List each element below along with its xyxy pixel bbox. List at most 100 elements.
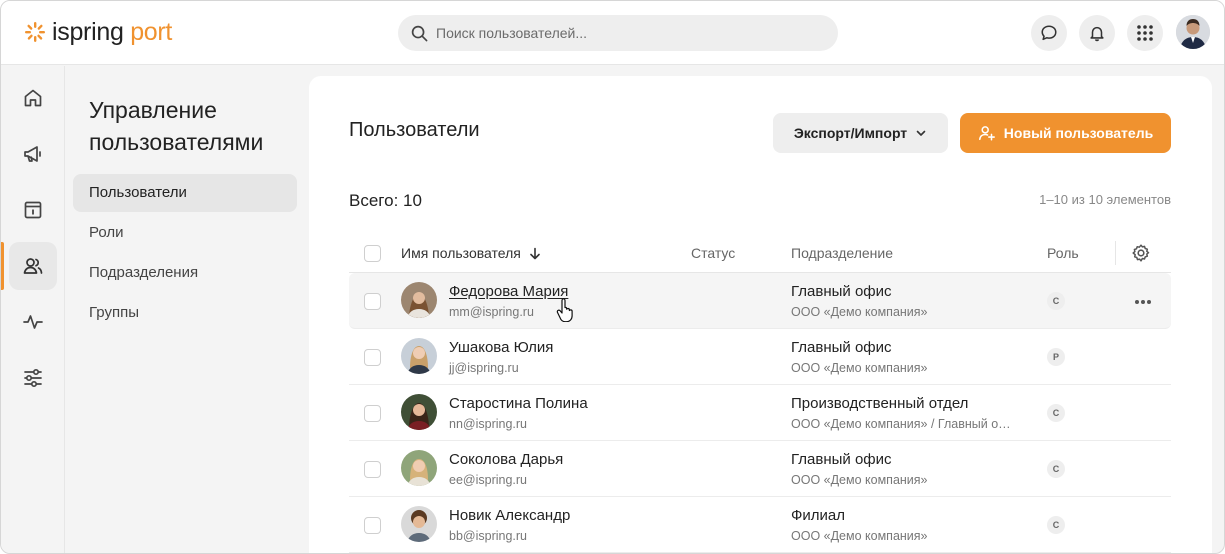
sort-arrow-down-icon [530, 247, 540, 259]
user-organization: ООО «Демо компания» [791, 473, 928, 487]
notifications-button[interactable] [1079, 15, 1115, 51]
calendar-info-icon [24, 201, 42, 219]
user-avatar-image [1176, 15, 1210, 49]
apps-button[interactable] [1127, 15, 1163, 51]
row-checkbox[interactable] [364, 461, 381, 478]
user-name-link[interactable]: Федорова Мария [449, 283, 568, 300]
rail-settings[interactable] [9, 354, 57, 402]
role-badge: С [1047, 292, 1065, 310]
user-email: mm@ispring.ru [449, 305, 534, 319]
role-badge: Р [1047, 348, 1065, 366]
user-name-link[interactable]: Новик Александр [449, 507, 570, 524]
sidebar-item-departments[interactable]: Подразделения [73, 254, 297, 292]
search-icon [411, 25, 428, 41]
user-department: Филиал [791, 507, 846, 524]
column-name[interactable]: Имя пользователя [401, 245, 541, 261]
table-row[interactable]: Новик Александр bb@ispring.ru Филиал ООО… [349, 497, 1171, 553]
logo-sun-icon [25, 22, 45, 42]
table-header: Имя пользователя Статус Подразделение Ро… [349, 233, 1171, 273]
column-department[interactable]: Подразделение [791, 245, 893, 261]
logo-name: ispring [52, 18, 124, 46]
icon-rail [1, 66, 65, 553]
home-icon [24, 89, 42, 107]
user-email: bb@ispring.ru [449, 529, 528, 543]
user-department: Главный офис [791, 283, 892, 300]
sidebar-item-users[interactable]: Пользователи [73, 174, 297, 212]
user-avatar[interactable] [1176, 15, 1210, 49]
page-title: Пользователи [349, 119, 480, 141]
more-actions-icon[interactable] [1134, 289, 1152, 310]
search-bar[interactable] [398, 15, 838, 51]
chat-button[interactable] [1031, 15, 1067, 51]
hand-cursor-icon [556, 298, 573, 322]
activity-icon [23, 315, 43, 329]
avatar [401, 450, 437, 486]
role-badge: С [1047, 404, 1065, 422]
apps-grid-icon [1137, 25, 1153, 41]
logo[interactable]: ispring port [24, 18, 172, 46]
column-divider [1115, 241, 1116, 265]
column-role[interactable]: Роль [1047, 245, 1079, 261]
sliders-icon [24, 368, 42, 388]
user-email: nn@ispring.ru [449, 417, 528, 431]
users-icon [23, 258, 43, 274]
user-organization: ООО «Демо компания» [791, 529, 928, 543]
rail-events[interactable] [9, 186, 57, 234]
section-title: Управление пользователями [89, 97, 264, 155]
bell-icon [1090, 26, 1104, 42]
pagination-range: 1–10 из 10 элементов [1039, 192, 1171, 207]
app-window: ispring port Поиск пользователей... Упра… [0, 0, 1225, 554]
avatar [401, 394, 437, 430]
user-organization: ООО «Демо компания» [791, 305, 928, 319]
user-name-link[interactable]: Старостина Полина [449, 395, 588, 412]
row-checkbox[interactable] [364, 517, 381, 534]
row-checkbox[interactable] [364, 293, 381, 310]
select-all-checkbox[interactable] [364, 245, 381, 262]
table-row[interactable]: Старостина Полина nn@ispring.ru Производ… [349, 385, 1171, 441]
user-organization: ООО «Демо компания» / Главный о… [791, 417, 1011, 431]
avatar [401, 506, 437, 542]
avatar [401, 338, 437, 374]
user-email: jj@ispring.ru [449, 361, 519, 375]
chat-icon [1041, 25, 1057, 41]
user-email: ee@ispring.ru [449, 473, 528, 487]
rail-active-marker [1, 242, 4, 290]
export-import-button[interactable]: Экспорт/Импорт [773, 113, 948, 153]
row-checkbox[interactable] [364, 405, 381, 422]
user-department: Главный офис [791, 451, 892, 468]
row-checkbox[interactable] [364, 349, 381, 366]
role-badge: С [1047, 516, 1065, 534]
top-bar: ispring port [1, 1, 1224, 65]
total-count: Всего: 10 [349, 191, 422, 210]
table-settings-gear-icon[interactable] [1131, 243, 1151, 263]
user-name-link[interactable]: Соколова Дарья [449, 451, 563, 468]
rail-announcements[interactable] [9, 130, 57, 178]
search-input[interactable] [436, 25, 816, 41]
sidebar-item-groups[interactable]: Группы [73, 294, 297, 332]
rail-activity[interactable] [9, 298, 57, 346]
column-name-label: Имя пользователя [401, 245, 521, 261]
logo-text: ispring port [52, 18, 172, 46]
rail-users[interactable] [9, 242, 57, 290]
table-row[interactable]: Федорова Мария mm@ispring.ru Главный офи… [349, 273, 1171, 329]
user-department: Главный офис [791, 339, 892, 356]
section-sidebar: Управление пользователями Пользователи Р… [65, 66, 309, 553]
export-import-label: Экспорт/Импорт [793, 125, 908, 141]
logo-product: port [130, 18, 173, 46]
new-user-label: Новый пользователь [1003, 125, 1154, 141]
user-organization: ООО «Демо компания» [791, 361, 928, 375]
user-name-link[interactable]: Ушакова Юлия [449, 339, 553, 356]
sidebar-item-roles[interactable]: Роли [73, 214, 297, 252]
avatar [401, 282, 437, 318]
role-badge: С [1047, 460, 1065, 478]
chevron-down-icon [916, 130, 926, 136]
megaphone-icon [24, 146, 41, 162]
column-status[interactable]: Статус [691, 245, 735, 261]
table-row[interactable]: Соколова Дарья ee@ispring.ru Главный офи… [349, 441, 1171, 497]
table-row[interactable]: Ушакова Юлия jj@ispring.ru Главный офис … [349, 329, 1171, 385]
rail-home[interactable] [9, 74, 57, 122]
main-card: Пользователи Экспорт/Импорт Новый пользо… [309, 76, 1212, 553]
user-department: Производственный отдел [791, 395, 969, 412]
add-user-icon [978, 126, 995, 141]
new-user-button[interactable]: Новый пользователь [960, 113, 1171, 153]
